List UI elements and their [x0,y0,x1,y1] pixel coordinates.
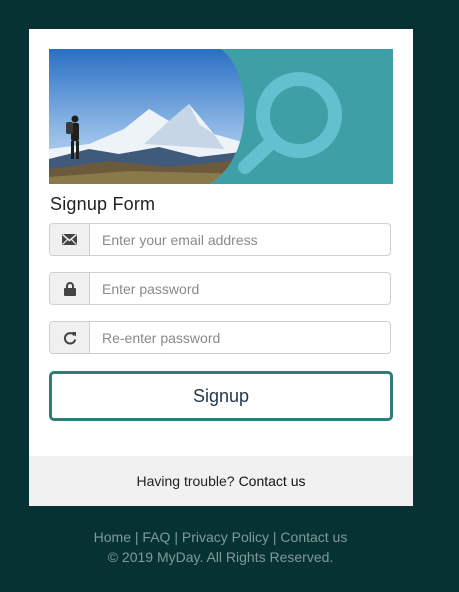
refresh-icon [50,322,90,353]
banner-image [49,49,393,184]
contact-us-link[interactable]: Contact us [239,473,306,489]
mountain-hiker-illustration [49,49,393,184]
confirm-password-field[interactable] [49,321,391,354]
help-text: Having trouble? [136,473,235,489]
page-footer: Home | FAQ | Privacy Policy | Contact us… [0,527,441,567]
lock-icon [50,273,90,304]
help-bar: Having trouble? Contact us [29,456,413,506]
footer-link-contact-us[interactable]: Contact us [280,529,347,545]
signup-button[interactable]: Signup [49,371,393,421]
envelope-icon [50,224,90,255]
password-field[interactable] [49,272,391,305]
footer-link-faq[interactable]: FAQ [142,529,170,545]
email-field[interactable] [49,223,391,256]
copyright-text: © 2019 MyDay. All Rights Reserved. [107,549,334,565]
form-title: Signup Form [50,194,156,214]
signup-card: Signup Form Signu [29,29,413,506]
confirm-password-input[interactable] [90,322,390,353]
footer-link-home[interactable]: Home [94,529,131,545]
footer-links: Home | FAQ | Privacy Policy | Contact us [93,529,348,545]
footer-link-privacy-policy[interactable]: Privacy Policy [182,529,269,545]
password-input[interactable] [90,273,390,304]
email-input[interactable] [90,224,390,255]
